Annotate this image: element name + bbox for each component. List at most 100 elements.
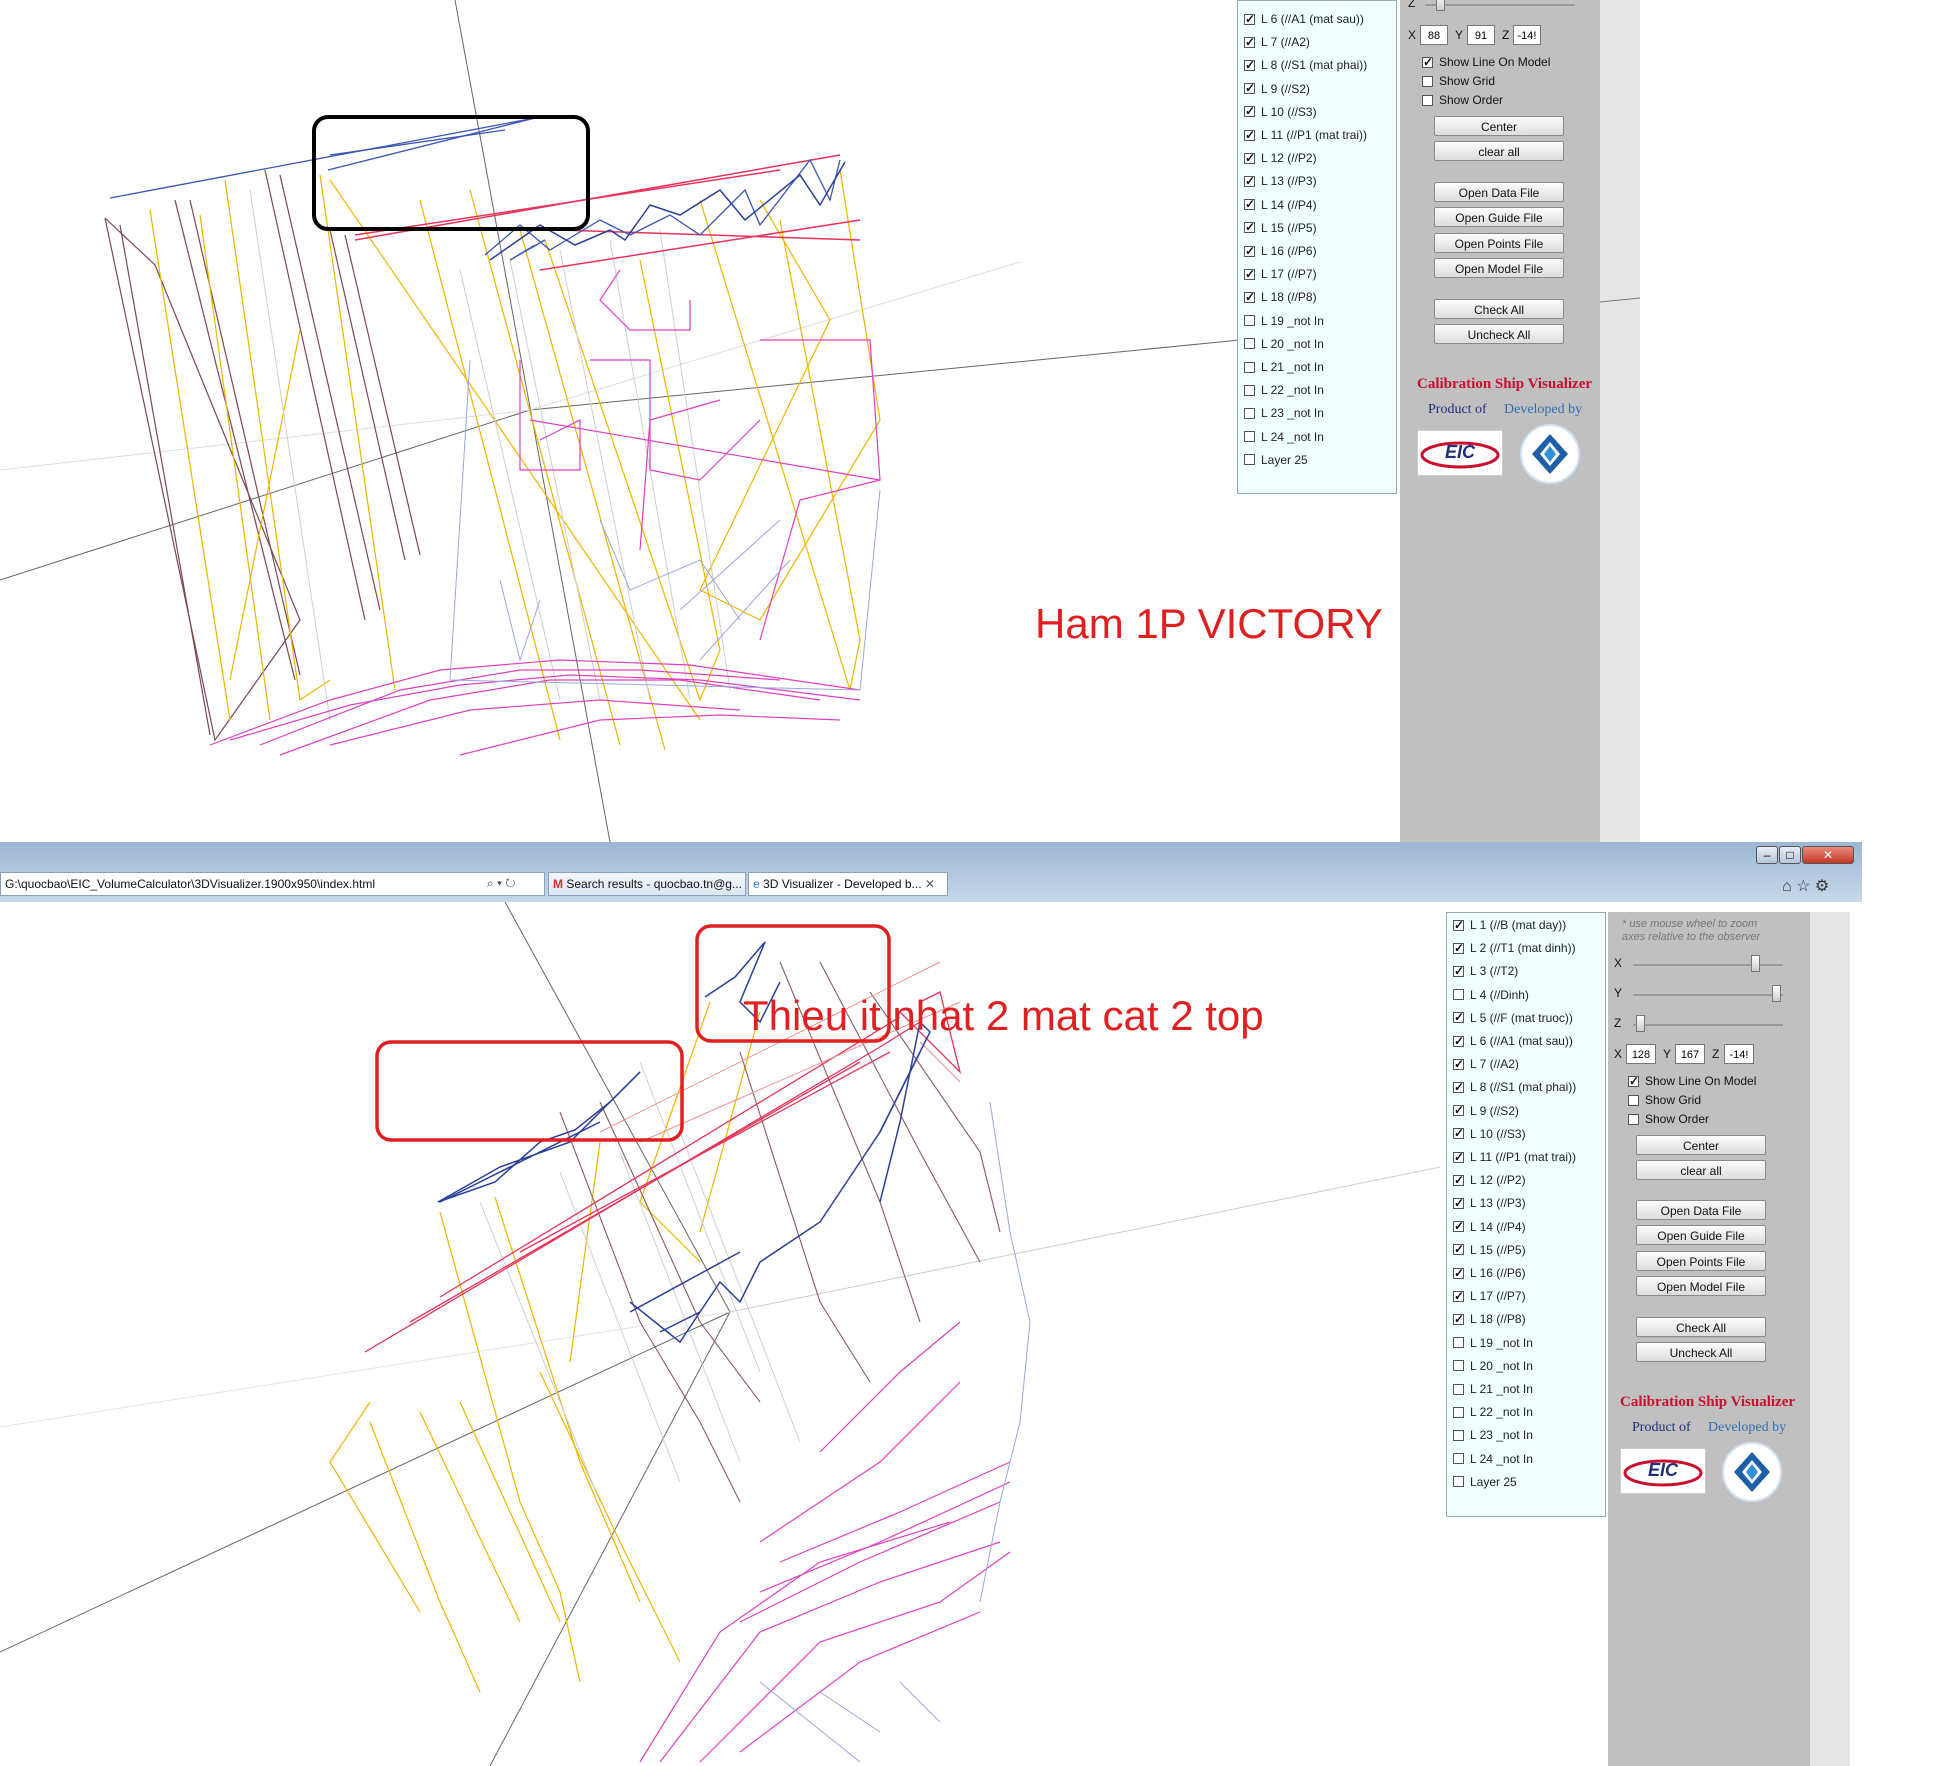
layer-item[interactable]: L 24 _not In bbox=[1453, 1449, 1533, 1469]
show-order-toggle[interactable]: Show Order bbox=[1628, 1112, 1709, 1126]
center-button[interactable]: Center bbox=[1636, 1135, 1766, 1155]
layer-checkbox[interactable] bbox=[1453, 941, 1464, 955]
check-all-button[interactable]: Check All bbox=[1636, 1317, 1766, 1337]
center-button[interactable]: Center bbox=[1434, 116, 1564, 136]
layer-checkbox[interactable] bbox=[1453, 1034, 1464, 1048]
layer-item[interactable]: L 8 (//S1 (mat phai)) bbox=[1244, 55, 1367, 75]
layer-item[interactable]: L 13 (//P3) bbox=[1244, 171, 1317, 191]
slider-z-knob[interactable] bbox=[1635, 1015, 1645, 1032]
layer-item[interactable]: L 1 (//B (mat day)) bbox=[1453, 915, 1566, 935]
layer-checkbox[interactable] bbox=[1244, 338, 1255, 350]
tab-search-results[interactable]: M Search results - quocbao.tn@g... bbox=[548, 872, 746, 896]
layer-item[interactable]: L 22 _not In bbox=[1453, 1402, 1533, 1422]
show-grid-checkbox[interactable] bbox=[1422, 75, 1433, 87]
layer-item[interactable]: L 24 _not In bbox=[1244, 427, 1324, 447]
layer-item[interactable]: L 5 (//F (mat truoc)) bbox=[1453, 1008, 1573, 1028]
layer-checkbox[interactable] bbox=[1453, 1360, 1464, 1372]
layer-checkbox[interactable] bbox=[1244, 174, 1255, 188]
layer-checkbox[interactable] bbox=[1453, 1126, 1464, 1140]
layer-checkbox[interactable] bbox=[1244, 361, 1255, 373]
layer-checkbox[interactable] bbox=[1453, 1080, 1464, 1094]
layer-checkbox[interactable] bbox=[1453, 1337, 1464, 1349]
layer-checkbox[interactable] bbox=[1244, 290, 1255, 304]
open-guide-file-button[interactable]: Open Guide File bbox=[1636, 1225, 1766, 1245]
show-order-checkbox[interactable] bbox=[1422, 94, 1433, 106]
layer-item[interactable]: L 12 (//P2) bbox=[1453, 1170, 1526, 1190]
slider-y-knob[interactable] bbox=[1772, 985, 1782, 1002]
layer-checkbox[interactable] bbox=[1244, 128, 1255, 142]
layer-item[interactable]: L 16 (//P6) bbox=[1453, 1263, 1526, 1283]
layer-checkbox[interactable] bbox=[1453, 1266, 1464, 1280]
maximize-button[interactable]: □ bbox=[1779, 846, 1801, 864]
open-model-file-button[interactable]: Open Model File bbox=[1636, 1276, 1766, 1296]
layer-checkbox[interactable] bbox=[1453, 1103, 1464, 1117]
layer-checkbox[interactable] bbox=[1453, 1150, 1464, 1164]
slider-x-track[interactable] bbox=[1633, 964, 1783, 966]
open-points-file-button[interactable]: Open Points File bbox=[1434, 233, 1564, 253]
gear-icon[interactable]: ⚙ bbox=[1815, 878, 1829, 895]
slider-y-track[interactable] bbox=[1633, 994, 1783, 996]
layer-item[interactable]: L 10 (//S3) bbox=[1244, 102, 1317, 122]
layer-item[interactable]: L 10 (//S3) bbox=[1453, 1124, 1526, 1144]
address-bar[interactable]: G:\quocbao\EIC_VolumeCalculator\3DVisual… bbox=[0, 872, 545, 896]
check-all-button[interactable]: Check All bbox=[1434, 299, 1564, 319]
layer-checkbox[interactable] bbox=[1244, 151, 1255, 165]
layer-item[interactable]: L 9 (//S2) bbox=[1244, 79, 1310, 99]
close-window-button[interactable]: ✕ bbox=[1802, 846, 1854, 864]
x-coord-input[interactable]: 128 bbox=[1626, 1044, 1656, 1064]
show-line-on-model-checkbox[interactable] bbox=[1422, 55, 1433, 69]
layer-checkbox[interactable] bbox=[1453, 964, 1464, 978]
layer-checkbox[interactable] bbox=[1453, 1173, 1464, 1187]
layer-checkbox[interactable] bbox=[1453, 1219, 1464, 1233]
show-order-checkbox[interactable] bbox=[1628, 1113, 1639, 1125]
show-line-on-model-checkbox[interactable] bbox=[1628, 1074, 1639, 1088]
layer-item[interactable]: L 19 _not In bbox=[1244, 311, 1324, 331]
layer-checkbox[interactable] bbox=[1453, 1383, 1464, 1395]
clear-all-button[interactable]: clear all bbox=[1434, 141, 1564, 161]
show-order-toggle[interactable]: Show Order bbox=[1422, 93, 1503, 107]
layer-item[interactable]: L 12 (//P2) bbox=[1244, 148, 1317, 168]
layer-item[interactable]: L 23 _not In bbox=[1244, 403, 1324, 423]
layer-item[interactable]: L 14 (//P4) bbox=[1453, 1217, 1526, 1237]
layer-item[interactable]: L 20 _not In bbox=[1244, 334, 1324, 354]
clear-all-button[interactable]: clear all bbox=[1636, 1160, 1766, 1180]
layer-item[interactable]: L 11 (//P1 (mat trai)) bbox=[1244, 125, 1367, 145]
layer-checkbox[interactable] bbox=[1453, 1057, 1464, 1071]
layer-item[interactable]: Layer 25 bbox=[1453, 1472, 1517, 1492]
search-icon[interactable]: ⌕ ▾ ↻ bbox=[487, 876, 516, 891]
layer-checkbox[interactable] bbox=[1244, 58, 1255, 72]
layer-item[interactable]: L 21 _not In bbox=[1453, 1379, 1533, 1399]
show-line-on-model-toggle[interactable]: Show Line On Model bbox=[1422, 55, 1550, 69]
home-icon[interactable]: ⌂ bbox=[1782, 878, 1792, 895]
layer-item[interactable]: L 19 _not In bbox=[1453, 1333, 1533, 1353]
layer-checkbox[interactable] bbox=[1244, 244, 1255, 258]
layer-item[interactable]: L 9 (//S2) bbox=[1453, 1101, 1519, 1121]
slider-z-track[interactable] bbox=[1633, 1024, 1783, 1026]
layer-checkbox[interactable] bbox=[1244, 197, 1255, 211]
z-slider-knob[interactable] bbox=[1436, 0, 1445, 11]
layer-item[interactable]: L 17 (//P7) bbox=[1453, 1286, 1526, 1306]
slider-x-knob[interactable] bbox=[1750, 955, 1760, 972]
show-grid-checkbox[interactable] bbox=[1628, 1094, 1639, 1106]
star-icon[interactable]: ☆ bbox=[1796, 878, 1810, 895]
minimize-button[interactable]: – bbox=[1756, 846, 1778, 864]
show-grid-toggle[interactable]: Show Grid bbox=[1628, 1093, 1701, 1107]
layer-item[interactable]: L 6 (//A1 (mat sau)) bbox=[1244, 9, 1364, 29]
z-slider-track[interactable] bbox=[1425, 4, 1575, 6]
layer-item[interactable]: Layer 25 bbox=[1244, 450, 1308, 470]
show-grid-toggle[interactable]: Show Grid bbox=[1422, 74, 1495, 88]
open-data-file-button[interactable]: Open Data File bbox=[1434, 182, 1564, 202]
y-coord-input[interactable]: 91 bbox=[1467, 25, 1495, 45]
layer-item[interactable]: L 2 (//T1 (mat dinh)) bbox=[1453, 938, 1576, 958]
layer-item[interactable]: L 16 (//P6) bbox=[1244, 241, 1317, 261]
layer-item[interactable]: L 15 (//P5) bbox=[1244, 218, 1317, 238]
z-coord-input[interactable]: -14! bbox=[1513, 25, 1541, 45]
layer-checkbox[interactable] bbox=[1244, 454, 1255, 466]
layer-checkbox[interactable] bbox=[1244, 35, 1255, 49]
layer-checkbox[interactable] bbox=[1244, 104, 1255, 118]
layer-checkbox[interactable] bbox=[1244, 384, 1255, 396]
x-coord-input[interactable]: 88 bbox=[1420, 25, 1448, 45]
open-model-file-button[interactable]: Open Model File bbox=[1434, 258, 1564, 278]
layer-item[interactable]: L 7 (//A2) bbox=[1244, 32, 1310, 52]
layer-checkbox[interactable] bbox=[1453, 1476, 1464, 1488]
